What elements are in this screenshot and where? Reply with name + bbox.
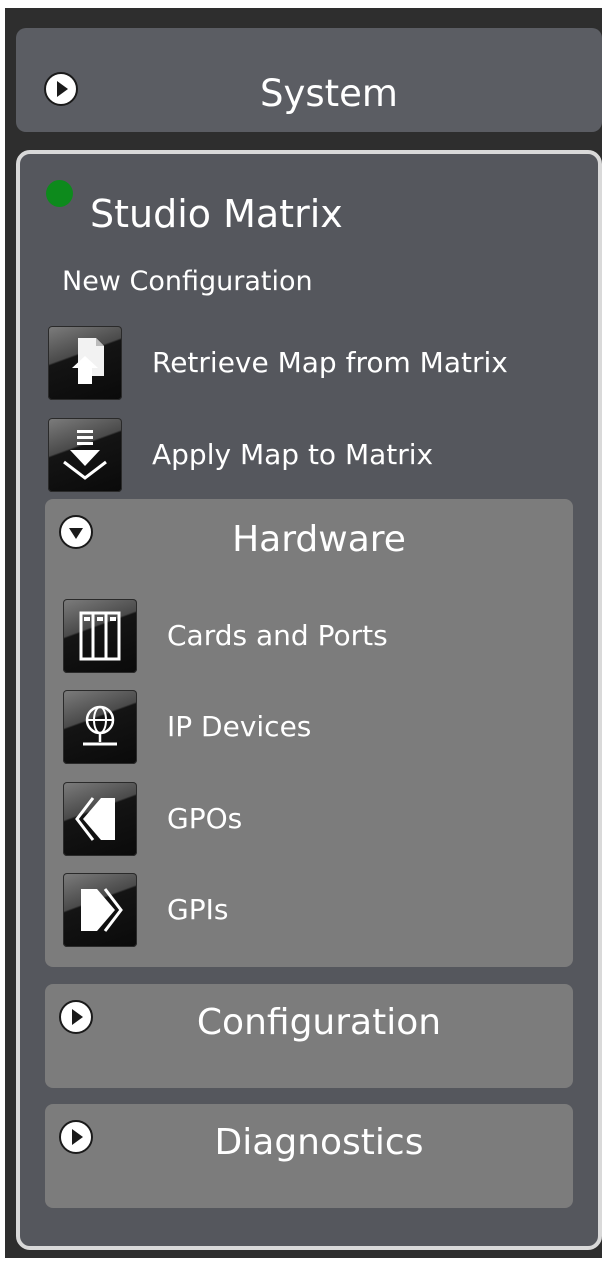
cards-and-ports-item[interactable]: Cards and Ports [63,599,563,675]
hardware-title: Hardware [232,519,406,560]
hardware-section: Hardware Cards and Ports IP Devices GPOs… [45,499,573,967]
ip-devices-icon [63,690,137,764]
apply-map-button[interactable]: Apply Map to Matrix [48,418,588,494]
configuration-title: Configuration [196,1002,442,1043]
configuration-name: New Configuration [62,266,313,297]
retrieve-map-button[interactable]: Retrieve Map from Matrix [48,326,588,402]
retrieve-map-label: Retrieve Map from Matrix [152,346,508,379]
apply-map-label: Apply Map to Matrix [152,438,434,471]
gpos-item[interactable]: GPOs [63,782,563,858]
device-title: Studio Matrix [90,192,343,236]
apply-map-icon [48,418,122,492]
ip-devices-label: IP Devices [167,710,312,743]
configuration-section[interactable]: Configuration [45,984,573,1088]
diagnostics-section[interactable]: Diagnostics [45,1104,573,1208]
connection-status-indicator [46,180,73,207]
studio-matrix-panel: Studio Matrix New Configuration Retrieve… [16,150,602,1250]
system-title: System [260,72,398,115]
system-header[interactable]: System [16,28,602,132]
gpo-icon [63,782,137,856]
gpis-label: GPIs [167,893,229,926]
retrieve-map-icon [48,326,122,400]
ip-devices-item[interactable]: IP Devices [63,690,563,766]
cards-and-ports-label: Cards and Ports [167,619,388,652]
gpis-item[interactable]: GPIs [63,873,563,949]
diagnostics-title: Diagnostics [214,1122,424,1163]
gpos-label: GPOs [167,802,243,835]
cards-ports-icon [63,599,137,673]
gpi-icon [63,873,137,947]
